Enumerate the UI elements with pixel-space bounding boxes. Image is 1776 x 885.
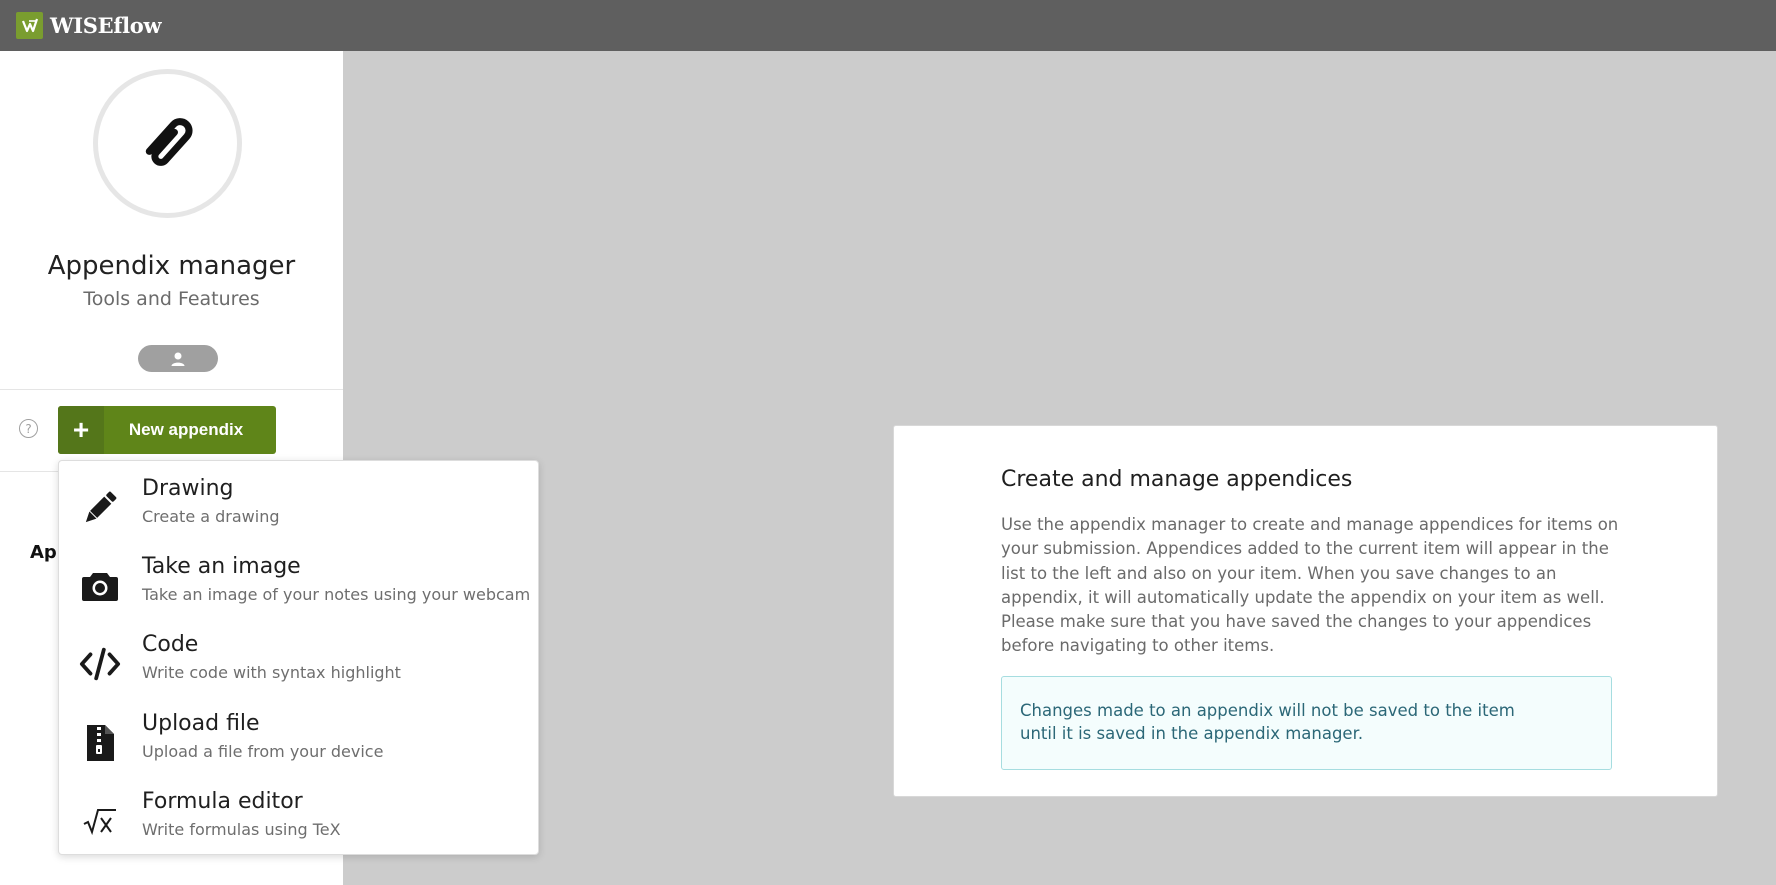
plus-icon: + (58, 406, 104, 454)
info-body: Use the appendix manager to create and m… (1001, 515, 1619, 656)
code-icon (79, 643, 121, 685)
menu-item-title: Code (142, 632, 199, 657)
help-icon[interactable]: ? (19, 419, 38, 438)
app-name: WISEflow (50, 13, 162, 38)
menu-item-description: Write code with syntax highlight (142, 663, 401, 682)
menu-item-description: Create a drawing (142, 507, 280, 526)
top-bar: WISEflow (0, 0, 1776, 51)
page-title: Appendix manager (47, 251, 296, 281)
info-heading: Create and manage appendices (1001, 467, 1353, 492)
appendix-avatar (93, 69, 242, 218)
menu-item-description: Write formulas using TeX (142, 820, 341, 839)
new-appendix-button[interactable]: + New appendix (58, 406, 276, 454)
user-pill-button[interactable] (138, 345, 218, 372)
menu-item-description: Take an image of your notes using your w… (142, 585, 531, 604)
menu-item-drawing[interactable]: Drawing Create a drawing (59, 461, 538, 539)
menu-item-title: Upload file (142, 711, 260, 736)
notice-box: Changes made to an appendix will not be … (1001, 676, 1612, 770)
wiseflow-logo-icon (16, 12, 43, 39)
new-appendix-menu: Drawing Create a drawing Take an image T… (58, 460, 539, 855)
new-appendix-label: New appendix (128, 420, 244, 439)
paperclip-icon (145, 117, 193, 166)
pencil-icon (79, 487, 121, 529)
menu-item-code[interactable]: Code Write code with syntax highlight (59, 617, 538, 695)
menu-item-description: Upload a file from your device (142, 742, 384, 761)
user-icon (171, 352, 185, 366)
page-subtitle: Tools and Features (83, 288, 260, 310)
menu-item-formula-editor[interactable]: Formula editor Write formulas using TeX (59, 774, 538, 852)
menu-item-title: Take an image (142, 554, 301, 579)
notice-text-line1: Changes made to an appendix will not be … (1020, 701, 1515, 720)
menu-item-title: Drawing (142, 476, 234, 501)
sqrt-x-icon (79, 800, 121, 842)
divider (0, 389, 343, 390)
menu-item-title: Formula editor (142, 789, 303, 814)
notice-text-line2: until it is saved in the appendix manage… (1020, 724, 1364, 743)
zip-file-icon (79, 722, 121, 764)
menu-item-upload-file[interactable]: Upload file Upload a file from your devi… (59, 696, 538, 774)
camera-icon (79, 565, 121, 607)
menu-item-take-image[interactable]: Take an image Take an image of your note… (59, 539, 538, 617)
info-card: Create and manage appendices Use the app… (893, 425, 1718, 797)
